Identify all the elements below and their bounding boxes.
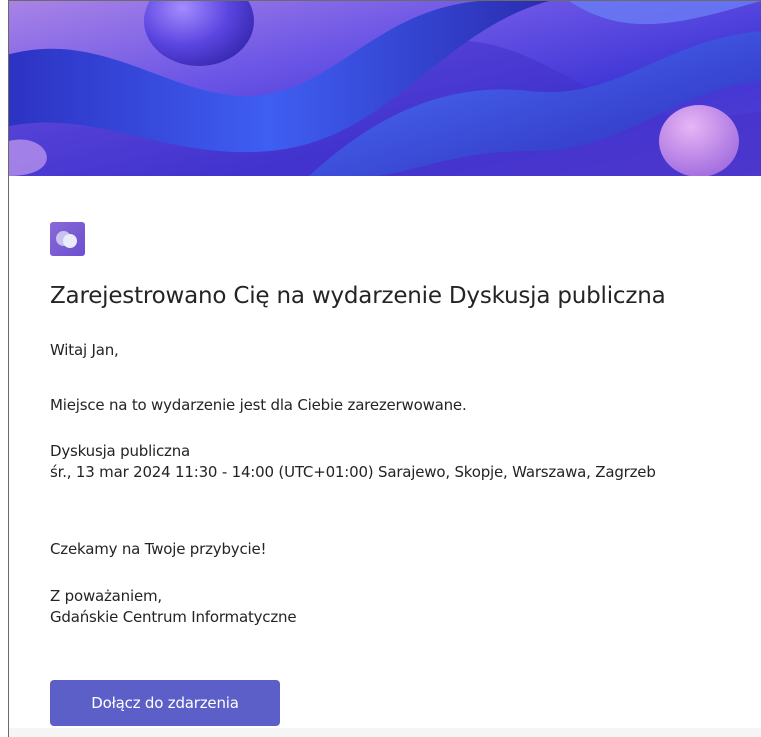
email-frame: Zarejestrowano Cię na wydarzenie Dyskusj… [8, 0, 761, 737]
greeting-text: Witaj Jan, [50, 341, 119, 359]
reservation-text: Miejsce na to wydarzenie jest dla Ciebie… [50, 396, 467, 414]
event-datetime: śr., 13 mar 2024 11:30 - 14:00 (UTC+01:0… [50, 463, 656, 481]
join-event-button[interactable]: Dołącz do zdarzenia [50, 680, 280, 726]
event-name: Dyskusja publiczna [50, 442, 191, 460]
closing-text: Z poważaniem, [50, 587, 162, 605]
email-title: Zarejestrowano Cię na wydarzenie Dyskusj… [50, 283, 666, 309]
email-card: Zarejestrowano Cię na wydarzenie Dyskusj… [9, 176, 761, 737]
organizer-name: Gdańskie Centrum Informatyczne [50, 608, 297, 626]
chat-bubbles-icon [50, 222, 85, 256]
banner-image [9, 1, 761, 176]
waiting-text: Czekamy na Twoje przybycie! [50, 540, 267, 558]
footer-strip [9, 728, 761, 737]
